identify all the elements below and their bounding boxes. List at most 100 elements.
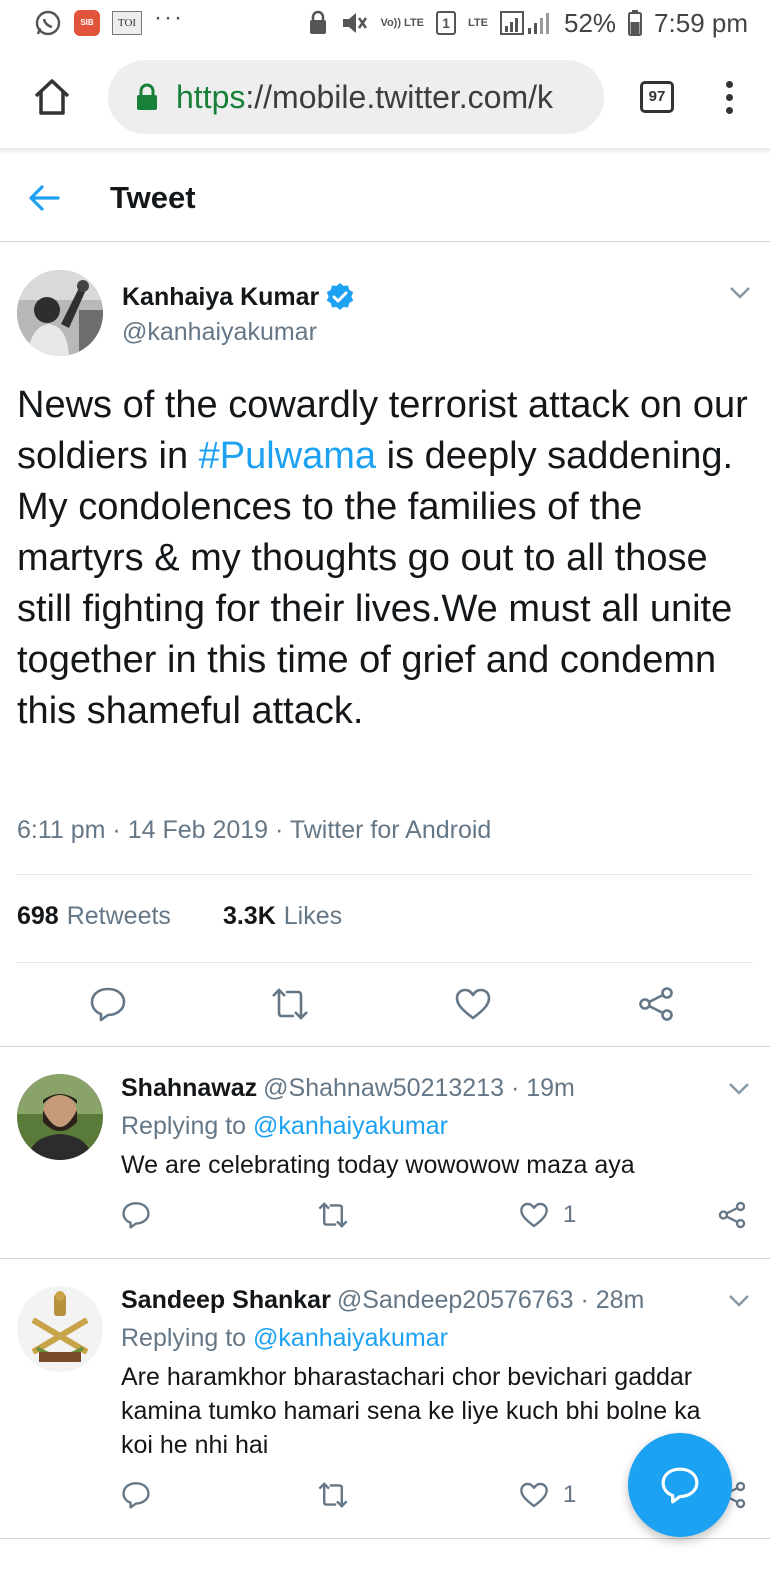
toi-app-icon: TOI xyxy=(112,11,142,35)
back-button[interactable] xyxy=(26,180,62,216)
heart-icon xyxy=(520,1482,548,1508)
reply-tweet[interactable]: Shahnawaz @Shahnaw50213213 · 19m Replying… xyxy=(0,1074,770,1254)
retweet-icon xyxy=(318,1482,348,1508)
lock-screen-icon xyxy=(308,10,328,36)
replying-to: Replying to @kanhaiyakumar xyxy=(121,1112,448,1141)
verified-badge-icon xyxy=(327,283,354,310)
url-scheme: https xyxy=(176,78,246,115)
like-button[interactable]: 1 xyxy=(519,1478,576,1512)
retweets-count: 698 xyxy=(17,902,59,930)
divider xyxy=(17,962,753,963)
reply-icon xyxy=(122,1482,150,1509)
address-bar[interactable]: https://mobile.twitter.com/k xyxy=(108,60,604,134)
hashtag-link[interactable]: #Pulwama xyxy=(199,435,376,477)
replying-to-label: Replying to xyxy=(121,1112,254,1140)
reply-button[interactable] xyxy=(88,984,128,1024)
home-icon xyxy=(34,79,70,115)
replying-to-label: Replying to xyxy=(121,1324,254,1352)
likes-stat[interactable]: 3.3K Likes xyxy=(223,902,342,931)
more-notifications-icon: ··· xyxy=(154,4,184,31)
tweet-timestamp: 6:11 pm · 14 Feb 2019 · Twitter for Andr… xyxy=(17,816,492,844)
reply-time: · 28m xyxy=(573,1286,645,1314)
chevron-down-icon[interactable] xyxy=(729,286,751,300)
reply-icon xyxy=(90,987,126,1022)
sim-indicator: 1 xyxy=(436,11,457,35)
avatar[interactable] xyxy=(17,1286,103,1372)
retweet-icon xyxy=(318,1202,348,1228)
retweets-stat[interactable]: 698 Retweets xyxy=(17,902,171,931)
mention-link[interactable]: @kanhaiyakumar xyxy=(253,1324,448,1352)
likes-label: Likes xyxy=(283,902,343,930)
separator xyxy=(0,1046,770,1047)
volte-indicator: Vo)) LTE xyxy=(380,16,425,29)
tweet-author: Kanhaiya Kumar @kanhaiyakumar xyxy=(17,270,757,356)
tweet-stats: 698 Retweets 3.3K Likes xyxy=(17,902,342,931)
compose-reply-button[interactable] xyxy=(628,1433,732,1537)
author-handle[interactable]: @kanhaiyakumar xyxy=(122,318,317,347)
battery-percentage: 52% xyxy=(564,7,617,38)
clock: 7:59 pm xyxy=(654,7,748,38)
retweet-button[interactable] xyxy=(317,1478,349,1512)
signal-icon xyxy=(500,10,552,36)
like-count: 1 xyxy=(563,1201,577,1228)
share-icon xyxy=(639,987,673,1021)
avatar[interactable] xyxy=(17,1074,103,1160)
likes-count: 3.3K xyxy=(222,902,276,930)
chevron-down-icon[interactable] xyxy=(728,1294,750,1308)
reply-button[interactable] xyxy=(121,1478,151,1512)
mute-icon xyxy=(340,10,368,36)
retweet-button[interactable] xyxy=(270,984,310,1024)
tab-switcher-button[interactable]: 97 xyxy=(640,81,674,113)
reply-time: · 19m xyxy=(504,1074,575,1102)
compose-reply-icon xyxy=(661,1467,699,1504)
reply-author-handle[interactable]: @Sandeep20576763 xyxy=(337,1286,574,1314)
reply-button[interactable] xyxy=(121,1198,151,1232)
divider xyxy=(17,874,753,875)
reply-author-name[interactable]: Sandeep Shankar xyxy=(121,1286,331,1314)
mention-link[interactable]: @kanhaiyakumar xyxy=(253,1112,448,1140)
whatsapp-icon xyxy=(34,9,62,37)
reply-icon xyxy=(122,1202,150,1229)
reply-actions: 1 xyxy=(121,1198,751,1232)
retweet-button[interactable] xyxy=(317,1198,349,1232)
tweet-text-part: is deeply saddening. My condolences to t… xyxy=(17,435,734,732)
heart-icon xyxy=(520,1202,548,1228)
url-path: ://mobile.twitter.com/k xyxy=(245,78,554,115)
secure-lock-icon xyxy=(137,83,157,110)
reply-header: Shahnawaz @Shahnaw50213213 · 19m xyxy=(121,1074,575,1103)
author-name-row: Kanhaiya Kumar xyxy=(122,282,355,312)
share-button[interactable] xyxy=(636,984,676,1024)
retweets-label: Retweets xyxy=(66,902,171,930)
reply-header: Sandeep Shankar @Sandeep20576763 · 28m xyxy=(121,1286,644,1315)
back-arrow-icon xyxy=(29,184,60,211)
page-title: Tweet xyxy=(110,179,196,215)
tweet-actions xyxy=(0,984,770,1026)
battery-icon xyxy=(628,10,643,36)
reply-text: Are haramkhor bharastachari chor bevicha… xyxy=(121,1363,701,1459)
lte-indicator: LTE xyxy=(468,16,488,29)
home-button[interactable] xyxy=(26,71,78,123)
comics-app-icon: SIB COMICS xyxy=(74,10,106,53)
heart-icon xyxy=(455,988,491,1020)
author-name[interactable]: Kanhaiya Kumar xyxy=(122,283,319,312)
like-button[interactable] xyxy=(453,984,493,1024)
separator xyxy=(0,1538,770,1539)
separator xyxy=(0,1258,770,1259)
like-button[interactable]: 1 xyxy=(519,1198,576,1232)
retweet-icon xyxy=(272,988,308,1020)
chevron-down-icon[interactable] xyxy=(728,1082,750,1096)
page-header: Tweet xyxy=(0,154,770,242)
status-bar: SIB COMICS TOI ··· Vo)) LTE 1 LTE 52% 7:… xyxy=(0,0,770,53)
share-button[interactable] xyxy=(717,1198,747,1232)
avatar[interactable] xyxy=(17,270,103,356)
url-text: https://mobile.twitter.com/k xyxy=(176,79,553,116)
reply-author-name[interactable]: Shahnawaz xyxy=(121,1074,257,1102)
tweet-text: News of the cowardly terrorist attack on… xyxy=(17,380,757,737)
browser-menu-button[interactable] xyxy=(726,80,733,114)
reply-text: We are celebrating today wowowow maza ay… xyxy=(121,1151,635,1179)
replying-to: Replying to @kanhaiyakumar xyxy=(121,1324,448,1353)
like-count: 1 xyxy=(563,1481,577,1508)
browser-toolbar: https://mobile.twitter.com/k 97 xyxy=(0,46,770,148)
share-icon xyxy=(718,1201,746,1229)
reply-author-handle[interactable]: @Shahnaw50213213 xyxy=(263,1074,504,1102)
